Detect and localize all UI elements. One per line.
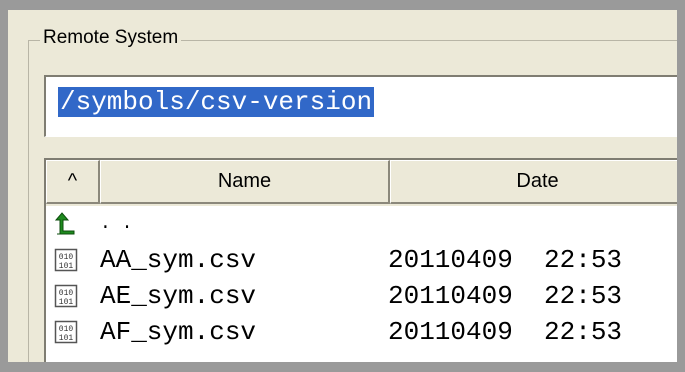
file-name: AA_sym.csv bbox=[100, 245, 257, 275]
remote-file-list[interactable]: ^ Name Date . . 010 101 AA_sym.csv 20110… bbox=[44, 158, 677, 362]
binary-file-icon: 010 101 bbox=[54, 284, 78, 308]
folder-up-arrow-icon bbox=[54, 212, 75, 235]
parent-dir-label: . . bbox=[100, 214, 133, 234]
group-title: Remote System bbox=[40, 26, 182, 50]
svg-text:010: 010 bbox=[59, 253, 74, 262]
binary-file-icon: 010 101 bbox=[54, 248, 78, 272]
column-sort-toggle[interactable]: ^ bbox=[46, 160, 100, 204]
remote-path-input[interactable]: /symbols/csv-version bbox=[44, 75, 677, 137]
file-name: AF_sym.csv bbox=[100, 317, 257, 347]
list-item[interactable]: 010 101 AE_sym.csv 20110409 22:53 bbox=[46, 278, 677, 314]
column-header-date[interactable]: Date bbox=[390, 160, 677, 204]
file-date: 20110409 22:53 bbox=[388, 281, 623, 311]
list-header: ^ Name Date bbox=[46, 160, 677, 206]
binary-file-icon: 010 101 bbox=[54, 320, 78, 344]
list-item-parent-dir[interactable]: . . bbox=[46, 206, 677, 242]
svg-text:101: 101 bbox=[59, 262, 74, 271]
column-header-name[interactable]: Name bbox=[100, 160, 390, 204]
remote-path-text[interactable]: /symbols/csv-version bbox=[58, 87, 375, 117]
list-item[interactable]: 010 101 AA_sym.csv 20110409 22:53 bbox=[46, 242, 677, 278]
file-name: AE_sym.csv bbox=[100, 281, 257, 311]
file-date: 20110409 22:53 bbox=[388, 317, 623, 347]
file-date: 20110409 22:53 bbox=[388, 245, 623, 275]
svg-text:010: 010 bbox=[59, 289, 74, 298]
svg-text:101: 101 bbox=[59, 298, 74, 307]
ftp-window: Remote System /symbols/csv-version ^ Nam… bbox=[8, 10, 677, 362]
list-item[interactable]: 010 101 AF_sym.csv 20110409 22:53 bbox=[46, 314, 677, 350]
svg-text:101: 101 bbox=[59, 334, 74, 343]
svg-text:010: 010 bbox=[59, 325, 74, 334]
